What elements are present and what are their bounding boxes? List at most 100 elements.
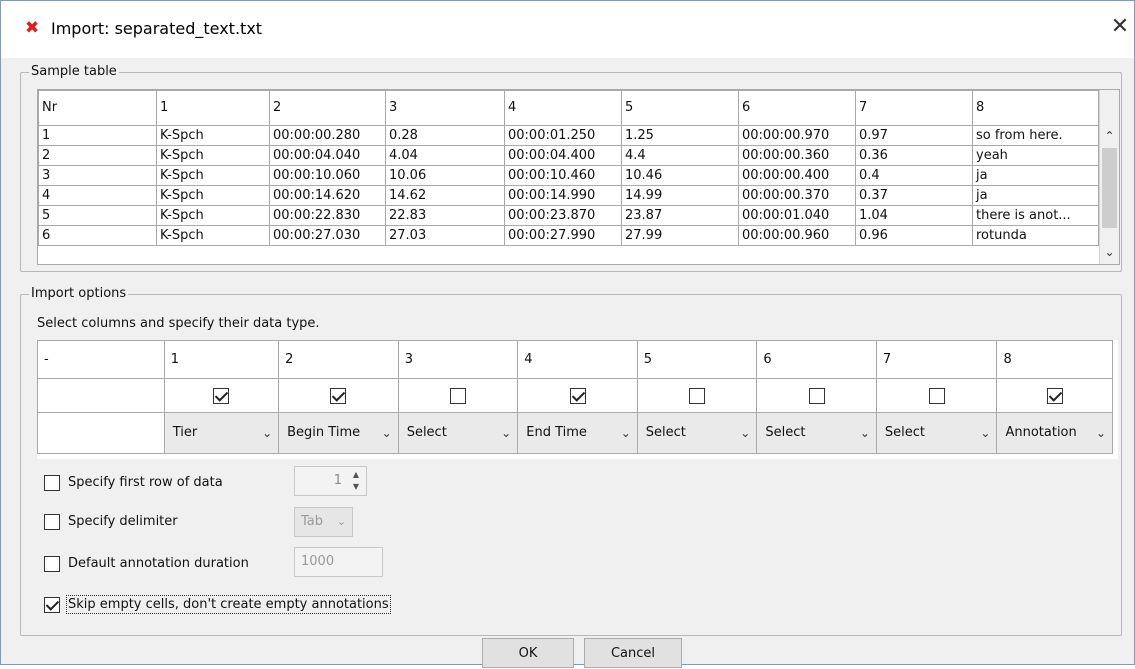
sample-column-header[interactable]: 8 — [972, 90, 1099, 126]
table-cell[interactable]: 1.25 — [621, 125, 739, 146]
table-cell[interactable]: 00:00:00.370 — [738, 185, 856, 206]
column-type-select[interactable]: Begin Time ⌄ — [279, 414, 398, 452]
sample-column-header[interactable]: 4 — [504, 90, 622, 126]
column-type-select[interactable]: Annotation ⌄ — [997, 414, 1112, 452]
scroll-down-arrow-icon[interactable]: ⌄ — [1100, 244, 1119, 264]
table-cell[interactable]: 00:00:00.400 — [738, 165, 856, 186]
table-cell[interactable]: 10.46 — [621, 165, 739, 186]
table-cell[interactable]: 00:00:10.060 — [269, 165, 386, 186]
table-cell[interactable]: rotunda — [972, 225, 1099, 246]
skip-empty-option[interactable]: Skip empty cells, don't create empty ann… — [44, 593, 391, 617]
table-cell[interactable]: yeah — [972, 145, 1099, 166]
column-include-checkbox[interactable] — [569, 387, 586, 404]
table-cell[interactable]: ja — [972, 165, 1099, 186]
sample-column-header[interactable]: 2 — [269, 90, 386, 126]
table-cell[interactable]: 6 — [38, 225, 157, 246]
table-cell[interactable]: 00:00:14.620 — [269, 185, 386, 206]
table-row[interactable]: 2 K-Spch 00:00:04.040 4.04 00:00:04.400 4.4 00… — [38, 145, 1099, 166]
duration-option[interactable]: Default annotation duration — [44, 552, 249, 576]
column-type-select[interactable]: Select ⌄ — [757, 414, 876, 452]
table-cell[interactable]: 2 — [38, 145, 157, 166]
table-cell[interactable]: K-Spch — [156, 145, 270, 166]
table-cell[interactable]: 00:00:04.040 — [269, 145, 386, 166]
column-type-select[interactable]: Select ⌄ — [399, 414, 518, 452]
sample-vertical-scrollbar[interactable]: ⌃ ⌄ — [1099, 90, 1119, 264]
table-cell[interactable]: K-Spch — [156, 225, 270, 246]
column-include-checkbox[interactable] — [928, 387, 945, 404]
table-cell[interactable]: 5 — [38, 205, 157, 226]
table-cell[interactable]: K-Spch — [156, 125, 270, 146]
table-cell[interactable]: 27.03 — [385, 225, 505, 246]
sample-column-header[interactable]: 3 — [385, 90, 505, 126]
table-cell[interactable]: 0.4 — [855, 165, 973, 186]
table-row[interactable]: 4 K-Spch 00:00:14.620 14.62 00:00:14.990 14.9… — [38, 185, 1099, 206]
scroll-thumb[interactable] — [1102, 148, 1117, 228]
column-type-select[interactable]: Select ⌄ — [877, 414, 997, 452]
table-cell[interactable]: 0.36 — [855, 145, 973, 166]
sample-column-header[interactable]: 5 — [621, 90, 739, 126]
table-cell[interactable]: 0.28 — [385, 125, 505, 146]
table-cell[interactable]: ja — [972, 185, 1099, 206]
column-include-checkbox[interactable] — [1046, 387, 1063, 404]
table-cell[interactable]: 00:00:14.990 — [504, 185, 622, 206]
table-cell[interactable]: 4.04 — [385, 145, 505, 166]
table-cell[interactable]: there is anot... — [972, 205, 1099, 226]
column-type-select[interactable]: Tier ⌄ — [165, 414, 278, 452]
close-icon[interactable]: ✕ — [1107, 13, 1133, 41]
table-row[interactable]: 5 K-Spch 00:00:22.830 22.83 00:00:23.870 23.8… — [38, 205, 1099, 226]
sample-column-header[interactable]: 1 — [156, 90, 270, 126]
duration-input[interactable]: 1000 — [294, 547, 383, 577]
table-cell[interactable]: 00:00:27.030 — [269, 225, 386, 246]
table-cell[interactable]: 1.04 — [855, 205, 973, 226]
delimiter-option[interactable]: Specify delimiter — [44, 510, 178, 534]
table-cell[interactable]: so from here. — [972, 125, 1099, 146]
table-cell[interactable]: 0.97 — [855, 125, 973, 146]
table-cell[interactable]: 4 — [38, 185, 157, 206]
table-row[interactable]: 1 K-Spch 00:00:00.280 0.28 00:00:01.250 1.25 0… — [38, 125, 1099, 146]
first-row-spinner[interactable]: 1 ▲ ▼ — [294, 466, 367, 496]
table-row[interactable]: 6 K-Spch 00:00:27.030 27.03 00:00:27.990 27.9… — [38, 225, 1099, 246]
table-cell[interactable]: 00:00:01.250 — [504, 125, 622, 146]
table-cell[interactable]: 22.83 — [385, 205, 505, 226]
column-include-checkbox[interactable] — [449, 387, 466, 404]
table-cell[interactable]: 00:00:00.960 — [738, 225, 856, 246]
table-cell[interactable]: 14.62 — [385, 185, 505, 206]
column-include-checkbox[interactable] — [689, 387, 706, 404]
column-include-checkbox[interactable] — [213, 387, 230, 404]
table-cell[interactable]: K-Spch — [156, 165, 270, 186]
table-cell[interactable]: 00:00:00.970 — [738, 125, 856, 146]
table-cell[interactable]: K-Spch — [156, 185, 270, 206]
table-cell[interactable]: 14.99 — [621, 185, 739, 206]
spinner-arrows-icon[interactable]: ▲ ▼ — [348, 469, 364, 493]
sample-column-header[interactable]: Nr — [38, 90, 157, 126]
table-cell[interactable]: 10.06 — [385, 165, 505, 186]
column-include-checkbox[interactable] — [808, 387, 825, 404]
skip-empty-checkbox[interactable] — [44, 596, 60, 613]
ok-button[interactable]: OK — [482, 638, 574, 668]
table-cell[interactable]: 1 — [38, 125, 157, 146]
table-cell[interactable]: 00:00:27.990 — [504, 225, 622, 246]
table-cell[interactable]: 23.87 — [621, 205, 739, 226]
sample-column-header[interactable]: 6 — [738, 90, 856, 126]
table-cell[interactable]: 00:00:00.360 — [738, 145, 856, 166]
sample-table-scrollpane[interactable]: Nr 1 2 3 4 5 6 7 8 1 K-Spch 00:00:00.280 0.28 00:00:… — [37, 89, 1120, 265]
first-row-checkbox[interactable] — [44, 474, 60, 491]
table-cell[interactable]: K-Spch — [156, 205, 270, 226]
table-cell[interactable]: 00:00:23.870 — [504, 205, 622, 226]
delimiter-checkbox[interactable] — [44, 513, 60, 530]
cancel-button[interactable]: Cancel — [584, 638, 682, 668]
table-cell[interactable]: 00:00:22.830 — [269, 205, 386, 226]
table-cell[interactable]: 4.4 — [621, 145, 739, 166]
duration-checkbox[interactable] — [44, 555, 60, 572]
table-cell[interactable]: 00:00:04.400 — [504, 145, 622, 166]
column-type-select[interactable]: Select ⌄ — [638, 414, 757, 452]
table-cell[interactable]: 27.99 — [621, 225, 739, 246]
first-row-option[interactable]: Specify first row of data — [44, 471, 223, 495]
column-type-select[interactable]: End Time ⌄ — [518, 414, 637, 452]
table-cell[interactable]: 0.96 — [855, 225, 973, 246]
column-include-checkbox[interactable] — [330, 387, 347, 404]
table-cell[interactable]: 3 — [38, 165, 157, 186]
sample-column-header[interactable]: 7 — [855, 90, 973, 126]
table-cell[interactable]: 00:00:01.040 — [738, 205, 856, 226]
table-cell[interactable]: 00:00:00.280 — [269, 125, 386, 146]
